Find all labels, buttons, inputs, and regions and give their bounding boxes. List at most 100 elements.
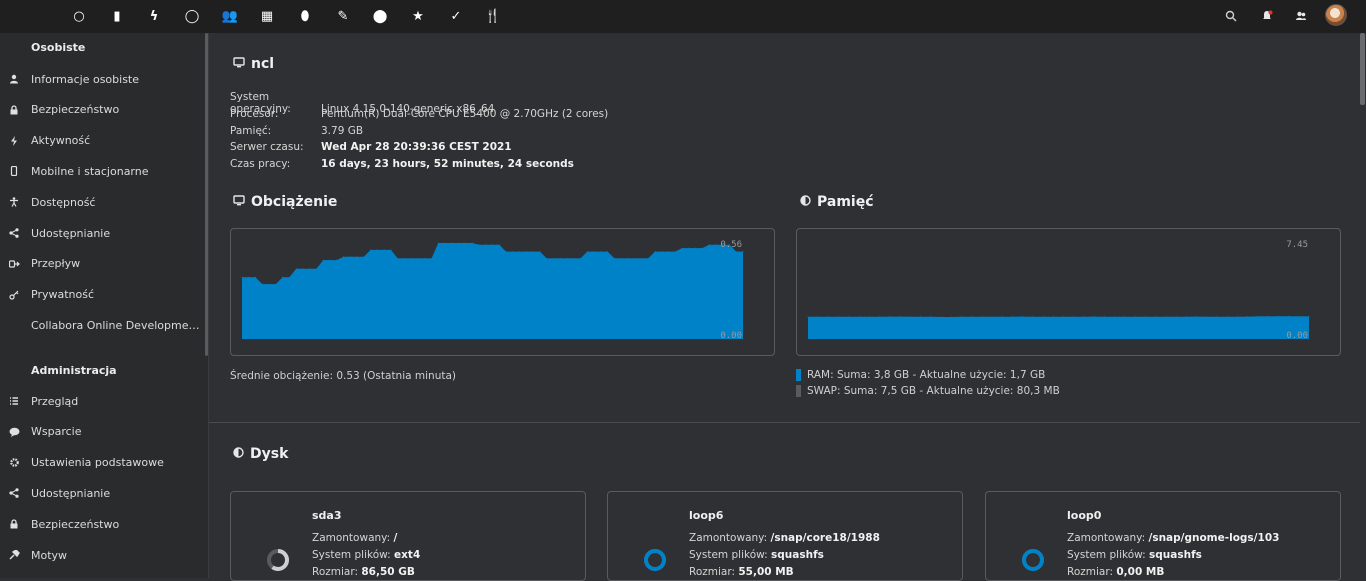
sidebar-item[interactable]: Bezpieczeństwo [0, 96, 205, 124]
sidebar-item[interactable]: Dostępność [0, 188, 205, 216]
disk-mount-line: Zamontowany: /snap/gnome-logs/103 [1067, 532, 1279, 544]
memory-data-point [981, 316, 983, 318]
load-data-point [607, 251, 609, 253]
memory-data-point [1185, 316, 1187, 318]
load-data-point [532, 251, 534, 253]
memory-data-point [1155, 316, 1157, 318]
load-chart-svg: 0.56 0.00 [241, 240, 744, 341]
load-ymin-label: 0.00 [720, 331, 742, 341]
sidebar-item[interactable]: Prywatność [0, 281, 205, 309]
system-info-value: 3.79 GB [321, 124, 364, 137]
notes-icon[interactable]: ✎ [334, 7, 352, 25]
load-data-point [559, 257, 561, 259]
contacts-icon[interactable]: 👥 [221, 7, 239, 25]
load-data-point [336, 259, 338, 261]
sidebar-item[interactable]: Bezpieczeństwo [0, 510, 205, 538]
location-icon[interactable]: ⬤ [371, 7, 389, 25]
memory-data-point [858, 316, 860, 318]
sidebar-item[interactable]: Przegląd [0, 387, 205, 415]
system-info-row: Serwer czasu: Wed Apr 28 20:39:36 CEST 20… [230, 141, 512, 153]
lock-icon [0, 519, 31, 529]
sidebar-item-label: Prywatność [31, 288, 95, 302]
system-hostname: ncl [251, 56, 275, 72]
load-data-point [261, 283, 263, 285]
notifications-icon[interactable] [1258, 7, 1276, 25]
memory-data-point [879, 316, 881, 318]
contacts-menu-icon[interactable] [1292, 7, 1310, 25]
sidebar-item[interactable]: Aktywność [0, 127, 205, 155]
sidebar-item-label: Informacje osobiste [31, 72, 140, 86]
load-data-point [525, 251, 527, 253]
disk-fs-label: System plików: [1067, 549, 1146, 561]
monitor-icon [233, 194, 245, 210]
sidebar-item-label: Udostępnianie [31, 226, 111, 240]
tasks-icon[interactable]: ✓ [447, 7, 465, 25]
disk-fs-value: squashfs [1149, 549, 1202, 561]
memory-data-point [950, 316, 952, 318]
load-data-point [370, 249, 372, 251]
load-data-point [688, 247, 690, 249]
disk-fs-line: System plików: ext4 [312, 549, 420, 561]
calendar-icon[interactable]: ▦ [258, 7, 276, 25]
memory-data-point [1083, 316, 1085, 318]
sidebar-item[interactable]: Wsparcie [0, 418, 205, 446]
load-data-point [248, 276, 250, 278]
system-info-key: Pamięć: [230, 124, 272, 137]
cookbook-icon[interactable]: 🍴 [484, 7, 502, 25]
memory-data-point [1042, 316, 1044, 318]
activity-icon[interactable]: ϟ [145, 7, 163, 25]
main-scrollbar[interactable] [1360, 33, 1365, 105]
memory-data-point [1257, 315, 1259, 317]
memory-data-point [889, 316, 891, 318]
memory-data-point [1298, 315, 1300, 317]
memory-chart: 7.45 0.00 [796, 228, 1341, 356]
pie-icon [233, 446, 244, 462]
files-icon[interactable]: ▮ [108, 7, 126, 25]
avatar[interactable] [1325, 4, 1347, 26]
memory-data-point [1236, 316, 1238, 318]
sidebar-item[interactable]: Mobilne i stacjonarne [0, 157, 205, 185]
load-data-point [552, 257, 554, 259]
load-data-point [349, 256, 351, 258]
maps-icon[interactable]: ⬮ [296, 7, 314, 25]
memory-data-point [1175, 316, 1177, 318]
load-data-point [397, 257, 399, 259]
memory-data-point [1104, 316, 1105, 318]
load-data-point [404, 257, 405, 259]
theme-icon [0, 550, 31, 560]
memory-data-point [1012, 316, 1013, 318]
load-data-point [458, 242, 460, 244]
dashboard-icon[interactable]: ○ [70, 7, 88, 25]
accessibility-icon [0, 197, 31, 207]
load-data-point [309, 268, 311, 270]
memory-data-point [930, 316, 932, 318]
sidebar-item[interactable]: Informacje osobiste [0, 65, 205, 93]
load-data-point [431, 257, 433, 259]
load-data-point [383, 249, 385, 251]
star-icon[interactable]: ★ [409, 7, 427, 25]
memory-ymin-label: 0.00 [1286, 331, 1308, 341]
sidebar-item[interactable]: Ustawienia podstawowe [0, 449, 205, 477]
sidebar-item[interactable]: Przepływ [0, 250, 205, 278]
search-app-icon[interactable]: ◯ [183, 7, 201, 25]
memory-data-point [838, 316, 840, 318]
sidebar-scrollbar[interactable] [205, 33, 208, 356]
disk-size-line: Rozmiar: 0,00 MB [1067, 566, 1164, 578]
memory-data-point [1052, 316, 1054, 318]
sidebar-item-label: Ustawienia podstawowe [31, 456, 164, 470]
sidebar-item[interactable]: Udostępnianie [0, 479, 205, 507]
key-icon [0, 290, 31, 300]
search-icon[interactable] [1222, 7, 1240, 25]
memory-data-point [909, 316, 911, 318]
sidebar-item[interactable]: Motyw [0, 541, 205, 569]
load-data-point [322, 259, 324, 261]
load-data-point [410, 257, 412, 259]
memory-data-point [899, 316, 901, 318]
sidebar-item[interactable]: Collabora Online Development E… [0, 311, 205, 339]
load-data-point [586, 251, 588, 253]
load-data-point [478, 244, 480, 246]
load-data-point [492, 244, 493, 246]
sidebar-item[interactable]: Udostępnianie [0, 219, 205, 247]
disk-card: loop6 Zamontowany: /snap/core18/1988 Syste… [607, 491, 963, 581]
system-info-row: Czas pracy: 16 days, 23 hours, 52 minutes… [230, 158, 574, 170]
